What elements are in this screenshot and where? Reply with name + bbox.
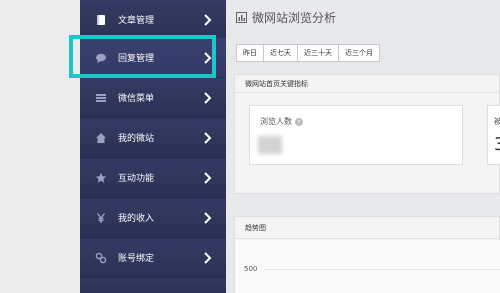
trend-chart [235,240,500,293]
sidebar-item-articles[interactable]: 文章管理 [80,0,226,40]
kpi-card-visitors: 浏览人数 ? [249,105,463,165]
sidebar-item-label: 文章管理 [118,16,155,26]
page-title: 微网站浏览分析 [236,9,336,26]
tab-last-3-months[interactable]: 近三个月 [338,44,380,62]
tab-last-30-days[interactable]: 近三十天 [297,44,339,62]
list-icon [94,91,108,105]
svg-text:?: ? [297,119,300,126]
chevron-right-icon [204,252,212,264]
sidebar-item-income[interactable]: 我的收入 [80,198,226,238]
outer-margin [0,0,80,293]
chevron-right-icon [204,212,212,224]
kpi-panel: 微网站首页关键指标 浏览人数 ? 被 3 [234,74,500,194]
link-icon [94,251,108,265]
chevron-right-icon [204,132,212,144]
kpi-value: 3 [494,134,500,155]
kpi-label: 被 [494,117,500,126]
help-icon[interactable]: ? [295,117,303,126]
sidebar-item-wechat-menu[interactable]: 微信菜单 [80,78,226,118]
kpi-card-second: 被 3 [487,105,500,165]
home-icon [94,131,108,145]
kpi-label: 浏览人数 [260,117,292,126]
kpi-panel-title: 微网站首页关键指标 [235,75,499,93]
highlight-box [69,35,216,78]
sidebar-item-label: 我的收入 [118,214,155,224]
tab-yesterday[interactable]: 昨日 [236,44,264,62]
trend-panel: 趋势图 [234,216,500,293]
chevron-right-icon [204,172,212,184]
kpi-card-header: 浏览人数 ? [260,116,303,127]
chevron-right-icon [204,92,212,104]
sidebar-item-account-binding[interactable]: 账号绑定 [80,238,226,278]
sidebar-item-label: 我的微站 [118,134,155,144]
star-icon [94,171,108,185]
sidebar-item-label: 互动功能 [118,174,155,184]
bar-chart-icon [236,12,247,23]
gridline [264,269,500,270]
sidebar-item-partial[interactable] [80,278,226,293]
chevron-right-icon [204,14,212,26]
page-title-text: 微网站浏览分析 [252,11,337,25]
yen-icon [94,211,108,225]
sidebar-item-interaction[interactable]: 互动功能 [80,158,226,198]
sidebar-item-my-site[interactable]: 我的微站 [80,118,226,158]
main-content: 微网站浏览分析 昨日 近七天 近三十天 近三个月 微网站首页关键指标 浏览人数 … [226,0,500,293]
trend-panel-title: 趋势图 [235,217,499,239]
date-range-tabs: 昨日 近七天 近三十天 近三个月 [236,44,380,62]
blurred-value [258,136,282,154]
sidebar-item-label: 账号绑定 [118,254,155,264]
book-icon [94,13,108,27]
sidebar-item-label: 微信菜单 [118,94,155,104]
y-axis-tick: 500 [244,265,258,273]
tab-last-7-days[interactable]: 近七天 [263,44,298,62]
